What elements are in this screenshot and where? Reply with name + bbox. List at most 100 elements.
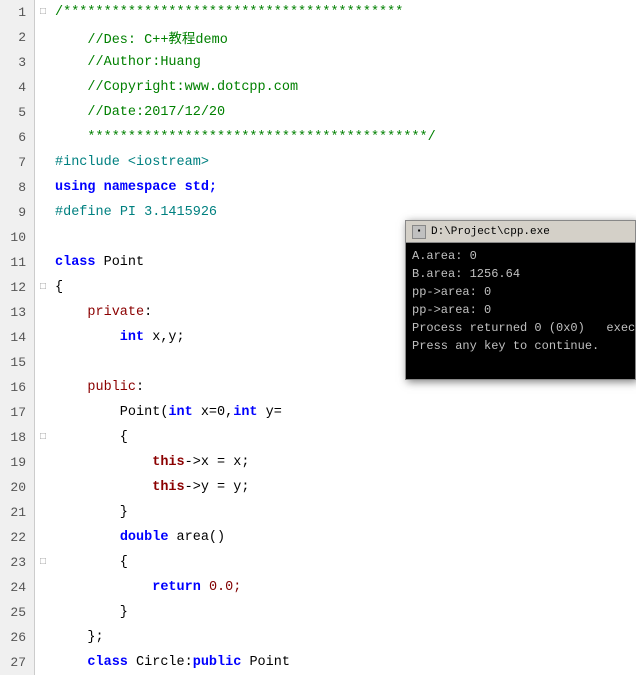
code-content: }; xyxy=(51,630,636,645)
fold-icon xyxy=(35,250,51,275)
code-content: #define PI 3.1415926 xyxy=(51,205,636,220)
fold-icon xyxy=(35,300,51,325)
fold-icon xyxy=(35,75,51,100)
fold-icon[interactable]: □ xyxy=(35,550,51,575)
code-token xyxy=(55,480,152,495)
code-token: public xyxy=(55,380,136,395)
code-line: 20 this->y = y; xyxy=(0,475,636,500)
line-number: 26 xyxy=(0,625,35,650)
code-content: using namespace std; xyxy=(51,180,636,195)
line-number: 4 xyxy=(0,75,35,100)
code-token: private xyxy=(55,305,144,320)
line-number: 5 xyxy=(0,100,35,125)
line-number: 25 xyxy=(0,600,35,625)
code-content: //Des: C++教程demo xyxy=(51,27,636,48)
code-token: } xyxy=(55,505,128,520)
line-number: 21 xyxy=(0,500,35,525)
code-content: this->x = x; xyxy=(51,455,636,470)
code-token: std; xyxy=(185,180,217,195)
line-number: 9 xyxy=(0,200,35,225)
fold-icon[interactable]: □ xyxy=(35,275,51,300)
terminal-line: pp->area: 0 xyxy=(412,283,629,301)
terminal-line: A.area: 0 xyxy=(412,247,629,265)
code-token: { xyxy=(55,280,63,295)
code-line: 23□ { xyxy=(0,550,636,575)
terminal-line: B.area: 1256.64 xyxy=(412,265,629,283)
code-line: 2 //Des: C++教程demo xyxy=(0,25,636,50)
fold-icon[interactable]: □ xyxy=(35,425,51,450)
line-number: 24 xyxy=(0,575,35,600)
line-number: 16 xyxy=(0,375,35,400)
code-token: //Des: C++教程demo xyxy=(55,27,228,48)
code-token: class xyxy=(87,655,136,670)
code-token xyxy=(55,530,120,545)
code-token: PI 3.1415926 xyxy=(120,205,217,220)
line-number: 11 xyxy=(0,250,35,275)
code-token: class xyxy=(55,255,104,270)
code-token: ->x = x; xyxy=(185,455,250,470)
code-token: <iostream> xyxy=(128,155,209,170)
fold-icon xyxy=(35,525,51,550)
code-token: Point xyxy=(104,255,145,270)
code-line: 18□ { xyxy=(0,425,636,450)
code-token: }; xyxy=(55,630,104,645)
line-number: 6 xyxy=(0,125,35,150)
code-content: { xyxy=(51,430,636,445)
fold-icon xyxy=(35,150,51,175)
code-content: //Date:2017/12/20 xyxy=(51,105,636,120)
terminal-body: A.area: 0B.area: 1256.64pp->area: 0pp->a… xyxy=(406,243,635,379)
code-content: //Author:Huang xyxy=(51,55,636,70)
fold-icon xyxy=(35,25,51,50)
code-line: 24 return 0.0; xyxy=(0,575,636,600)
fold-icon xyxy=(35,575,51,600)
fold-icon xyxy=(35,50,51,75)
fold-icon xyxy=(35,100,51,125)
code-line: 8using namespace std; xyxy=(0,175,636,200)
code-token: //Author:Huang xyxy=(55,55,201,70)
line-number: 13 xyxy=(0,300,35,325)
code-line: 1□/*************************************… xyxy=(0,0,636,25)
fold-icon[interactable]: □ xyxy=(35,0,51,25)
code-token: ****************************************… xyxy=(55,130,436,145)
terminal-window: ▪ D:\Project\cpp.exe A.area: 0B.area: 12… xyxy=(405,220,636,380)
code-token: : xyxy=(144,305,152,320)
terminal-line: Process returned 0 (0x0) execu xyxy=(412,319,629,337)
line-number: 23 xyxy=(0,550,35,575)
terminal-title: D:\Project\cpp.exe xyxy=(431,226,550,238)
line-number: 17 xyxy=(0,400,35,425)
code-line: 3 //Author:Huang xyxy=(0,50,636,75)
code-token: this xyxy=(152,455,184,470)
code-token: { xyxy=(55,430,128,445)
code-token: int xyxy=(55,330,152,345)
fold-icon xyxy=(35,500,51,525)
code-token: int xyxy=(168,405,200,420)
code-token: namespace xyxy=(104,180,185,195)
fold-icon xyxy=(35,600,51,625)
fold-icon xyxy=(35,625,51,650)
fold-icon xyxy=(35,450,51,475)
terminal-icon: ▪ xyxy=(412,225,426,239)
code-token: y= xyxy=(266,405,282,420)
fold-icon xyxy=(35,200,51,225)
code-token: double xyxy=(120,530,177,545)
code-token: Circle: xyxy=(136,655,193,670)
code-token: Point( xyxy=(55,405,168,420)
line-number: 18 xyxy=(0,425,35,450)
code-token: //Copyright:www.dotcpp.com xyxy=(55,80,298,95)
line-number: 1 xyxy=(0,0,35,25)
line-number: 7 xyxy=(0,150,35,175)
code-token: return xyxy=(152,580,209,595)
code-content: { xyxy=(51,555,636,570)
code-line: 25 } xyxy=(0,600,636,625)
code-line: 26 }; xyxy=(0,625,636,650)
line-number: 14 xyxy=(0,325,35,350)
code-content: double area() xyxy=(51,530,636,545)
fold-icon xyxy=(35,175,51,200)
code-token: using xyxy=(55,180,104,195)
code-line: 7#include <iostream> xyxy=(0,150,636,175)
line-number: 20 xyxy=(0,475,35,500)
code-content: this->y = y; xyxy=(51,480,636,495)
code-content: //Copyright:www.dotcpp.com xyxy=(51,80,636,95)
code-content: ****************************************… xyxy=(51,130,636,145)
code-token: #define xyxy=(55,205,120,220)
